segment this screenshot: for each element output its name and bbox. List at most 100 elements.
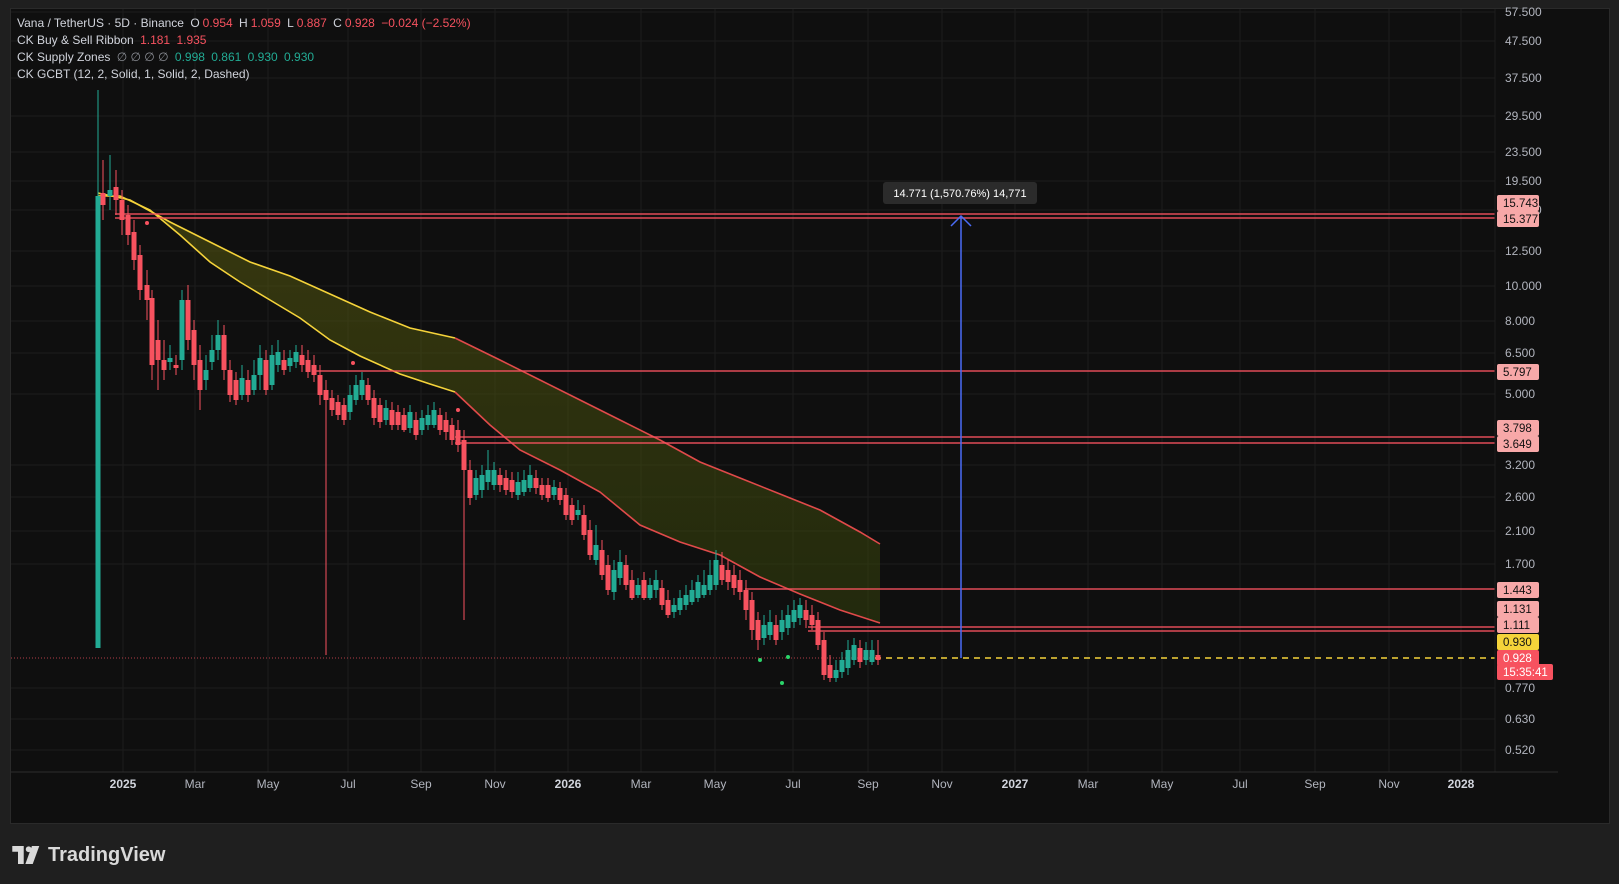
candle-body xyxy=(95,196,101,648)
measure-tool[interactable]: 14.771 (1,570.76%) 14,771 xyxy=(883,182,1037,658)
time-tick-label: May xyxy=(1151,777,1174,791)
candle-body xyxy=(575,510,581,515)
chart-canvas[interactable]: 14.771 (1,570.76%) 14,771 57.500 47.500 37… xyxy=(0,0,1619,884)
buy-signal-dot xyxy=(780,681,784,685)
indicator-gcbt-name[interactable]: CK GCBT (12, 2, Solid, 1, Solid, 2, Dash… xyxy=(17,67,250,81)
candle-body xyxy=(797,605,803,618)
high-label: H xyxy=(239,16,248,30)
indicator-zones-v1: 0.998 xyxy=(174,50,205,64)
candle-body xyxy=(713,560,719,585)
candle-body xyxy=(191,330,197,365)
candle-body xyxy=(569,505,575,520)
candle-body xyxy=(131,232,137,260)
price-tick-label: 8.000 xyxy=(1505,314,1535,328)
indicator-zones-name[interactable]: CK Supply Zones xyxy=(17,50,110,64)
price-tick-label: 3.200 xyxy=(1505,458,1535,472)
candle-body xyxy=(251,375,257,390)
price-badge-label: 3.649 xyxy=(1503,439,1532,451)
candle-body xyxy=(401,415,407,430)
candle-body xyxy=(719,565,725,580)
candle-body xyxy=(185,300,191,340)
candle-body xyxy=(767,622,773,635)
time-tick-label: May xyxy=(704,777,727,791)
candle-body xyxy=(587,530,593,555)
candle-body xyxy=(641,580,647,598)
candle-body xyxy=(857,648,863,662)
low-value: 0.887 xyxy=(296,16,327,30)
candle-body xyxy=(144,285,150,300)
candle-body xyxy=(203,370,209,380)
candle-body xyxy=(167,358,173,362)
candle-body xyxy=(671,605,677,612)
sell-signal-dot xyxy=(456,408,460,412)
time-axis[interactable]: 2025 Mar May Jul Sep Nov 2026 Mar May Jul Sep Nov 20… xyxy=(11,771,1558,791)
candle-body xyxy=(605,565,611,590)
indicator-zones-line[interactable]: CK Supply Zones ∅ ∅ ∅ ∅ 0.998 0.861 0.93… xyxy=(17,49,474,66)
candle-body xyxy=(227,370,233,395)
candle-body xyxy=(683,595,689,605)
candle-body xyxy=(257,358,263,375)
candle-body xyxy=(779,620,785,632)
time-tick-label: Sep xyxy=(410,777,432,791)
candle-body xyxy=(593,545,599,560)
candle-body xyxy=(491,470,497,485)
indicator-ribbon-line[interactable]: CK Buy & Sell Ribbon 1.181 1.935 xyxy=(17,32,474,49)
price-badge-label: 1.131 xyxy=(1503,604,1532,616)
candle-body xyxy=(509,480,515,492)
candle-body xyxy=(533,478,539,488)
candle-body xyxy=(863,650,869,660)
chart-legend: Vana / TetherUS · 5D · Binance O 0.954 H1… xyxy=(17,15,474,83)
supply-zones xyxy=(11,213,1495,659)
time-tick-label: 2027 xyxy=(1002,777,1029,791)
candle-body xyxy=(677,598,683,610)
price-badge-label: 3.798 xyxy=(1503,423,1532,435)
candle-body xyxy=(503,478,509,490)
candle-body xyxy=(311,365,317,375)
candle-body xyxy=(323,390,329,400)
price-axis[interactable]: 57.50047.50037.50029.50023.50019.50015.5… xyxy=(1494,5,1553,772)
candle-body xyxy=(761,625,767,638)
high-value: 1.059 xyxy=(250,16,281,30)
indicator-ribbon-name[interactable]: CK Buy & Sell Ribbon xyxy=(17,33,134,47)
price-tick-label: 2.600 xyxy=(1505,490,1535,504)
price-tick-label: 23.500 xyxy=(1505,145,1542,159)
candle-body xyxy=(263,360,269,390)
candle-body xyxy=(353,385,359,400)
candle-body xyxy=(785,615,791,628)
price-tick-label: 10.000 xyxy=(1505,279,1542,293)
candle-body xyxy=(617,562,623,578)
candle-body xyxy=(245,380,251,395)
candle-body xyxy=(755,620,761,640)
time-tick-label: Nov xyxy=(484,777,505,791)
candle-body xyxy=(419,418,425,430)
candle-body xyxy=(845,650,851,668)
candle-body xyxy=(347,395,353,412)
candle-body xyxy=(551,487,557,495)
time-tick-label: May xyxy=(257,777,280,791)
candle-body xyxy=(665,600,671,615)
indicator-gcbt-line[interactable]: CK GCBT (12, 2, Solid, 1, Solid, 2, Dash… xyxy=(17,66,474,83)
candle-body xyxy=(833,670,839,678)
candle-body xyxy=(293,352,299,362)
candle-body xyxy=(707,575,713,590)
time-tick-label: Jul xyxy=(340,777,355,791)
candle-body xyxy=(461,440,467,470)
tradingview-brand[interactable]: TradingView xyxy=(12,842,165,868)
symbol-ohlc-line[interactable]: Vana / TetherUS · 5D · Binance O 0.954 H1… xyxy=(17,15,474,32)
time-tick-label: 2026 xyxy=(555,777,582,791)
candle-body xyxy=(473,478,479,495)
price-tick-label: 47.500 xyxy=(1505,34,1542,48)
candle-body xyxy=(113,187,119,200)
indicator-zones-v3: 0.930 xyxy=(247,50,278,64)
candle-body xyxy=(287,358,293,366)
indicator-zones-v4: 0.930 xyxy=(284,50,315,64)
price-tick-label: 37.500 xyxy=(1505,71,1542,85)
time-tick-label: Mar xyxy=(631,777,652,791)
price-badge-label: 15:35:41 xyxy=(1503,667,1548,679)
indicator-zones-v2: 0.861 xyxy=(211,50,242,64)
symbol-title[interactable]: Vana / TetherUS · 5D · Binance xyxy=(17,16,184,30)
candle-body xyxy=(827,665,833,678)
candle-body xyxy=(173,365,179,368)
price-tick-label: 5.000 xyxy=(1505,387,1535,401)
candle-body xyxy=(269,355,275,385)
